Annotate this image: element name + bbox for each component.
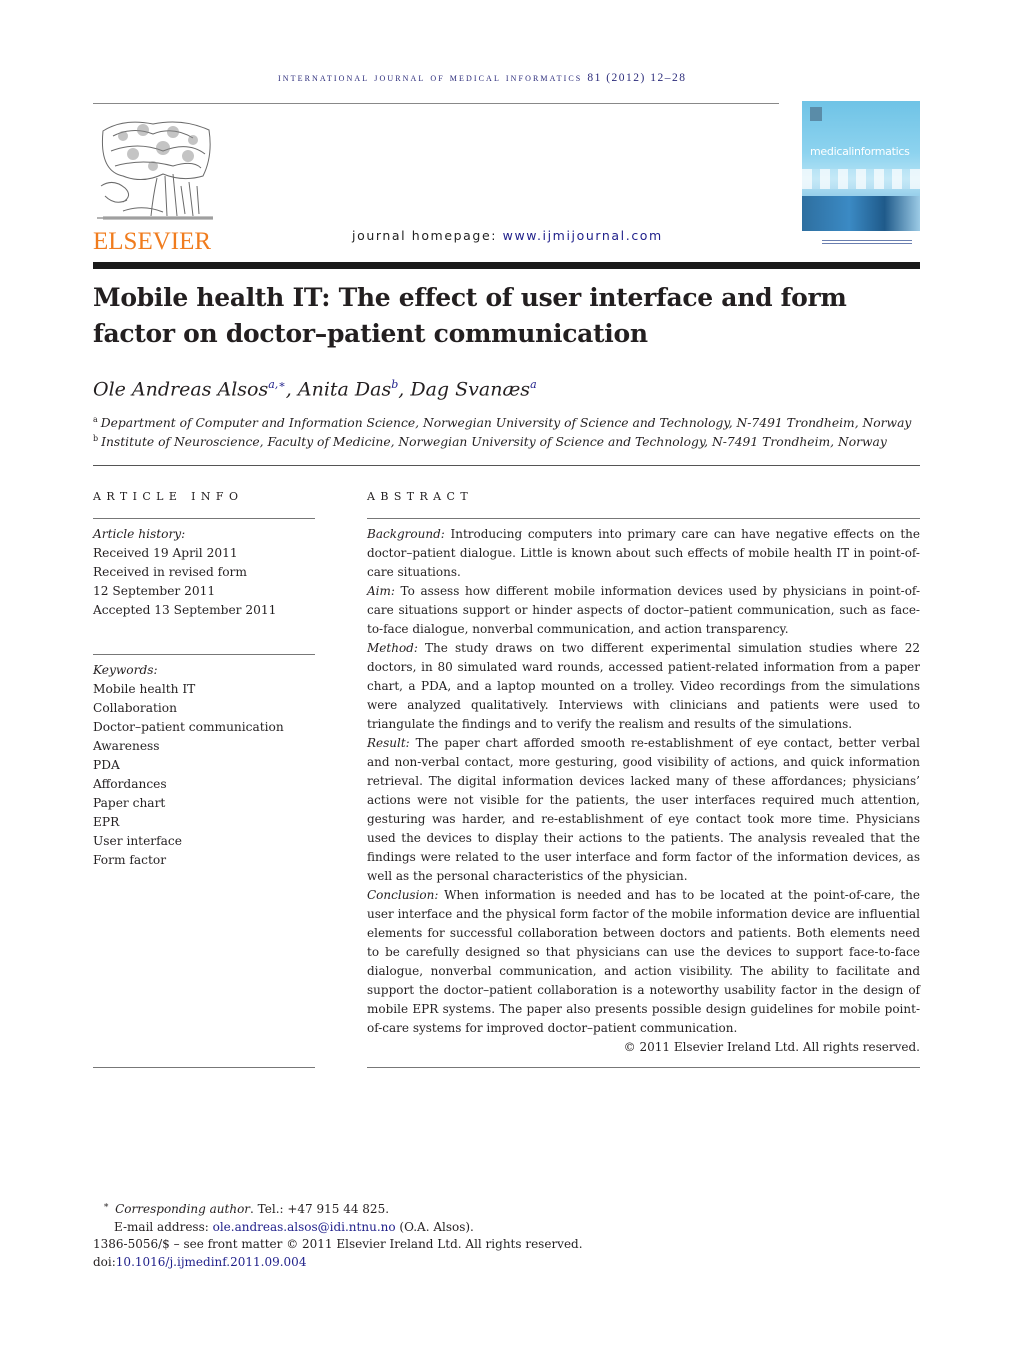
article-history-label: Article history: — [93, 527, 186, 541]
keyword: Paper chart — [93, 796, 166, 810]
keyword: Doctor–patient communication — [93, 720, 284, 734]
email-link[interactable]: ole.andreas.alsos@idi.ntnu.no — [213, 1220, 396, 1234]
journal-name: international journal of medical informa… — [278, 72, 583, 84]
elsevier-wordmark: ELSEVIER — [93, 228, 212, 255]
journal-homepage: journal homepage: www.ijmijournal.com — [352, 228, 663, 243]
keyword: Affordances — [93, 777, 167, 791]
abstract-method: Method: The study draws on two different… — [367, 641, 920, 731]
abstract-aim: Aim: To assess how different mobile info… — [367, 584, 920, 636]
affiliation-a: a Department of Computer and Information … — [93, 415, 912, 431]
abstract-copyright: © 2011 Elsevier Ireland Ltd. All rights … — [623, 1040, 920, 1054]
author-affiliation-mark[interactable]: a — [530, 378, 537, 391]
affiliations-divider — [93, 465, 920, 466]
author-name: Dag Svanæs — [410, 378, 531, 401]
keyword: User interface — [93, 834, 182, 848]
homepage-label: journal homepage: — [352, 228, 498, 243]
homepage-link[interactable]: www.ijmijournal.com — [503, 228, 663, 243]
cover-title: medicalinformatics — [810, 145, 910, 158]
history-item: Received 19 April 2011 — [93, 546, 238, 560]
email-note: E-mail address: ole.andreas.alsos@idi.nt… — [114, 1219, 474, 1234]
article-info-divider — [93, 518, 315, 519]
article-title: Mobile health IT: The effect of user int… — [93, 283, 847, 348]
running-head: international journal of medical informa… — [278, 72, 687, 84]
corresponding-author-note: ∗ Corresponding author. Tel.: +47 915 44 … — [103, 1201, 390, 1216]
keyword: Awareness — [93, 739, 160, 753]
keyword: Form factor — [93, 853, 167, 867]
history-item: Received in revised form — [93, 565, 247, 579]
title-rule — [93, 262, 920, 269]
keyword: EPR — [93, 815, 120, 829]
abstract-bottom-rule — [367, 1067, 920, 1068]
article-history: Article history: Received 19 April 2011 … — [93, 525, 276, 620]
cover-caption — [822, 240, 912, 245]
doi-line: doi:10.1016/j.ijmedinf.2011.09.004 — [93, 1254, 307, 1269]
keywords-list: Keywords: Mobile health IT Collaboration… — [93, 661, 284, 870]
author-affiliation-mark[interactable]: a,∗ — [268, 378, 286, 391]
keywords-label: Keywords: — [93, 663, 158, 677]
abstract-body: Background: Introducing computers into p… — [367, 525, 920, 1057]
abstract-result: Result: The paper chart afforded smooth … — [367, 736, 920, 883]
keyword: Mobile health IT — [93, 682, 196, 696]
citation: 81 (2012) 12–28 — [587, 72, 687, 84]
article-info-bottom-rule — [93, 1067, 315, 1068]
abstract-heading: ABSTRACT — [367, 490, 474, 503]
history-item: Accepted 13 September 2011 — [93, 603, 277, 617]
author-name: Anita Das — [297, 378, 392, 401]
keywords-divider — [93, 654, 315, 655]
header-divider — [93, 103, 779, 104]
author-affiliation-mark[interactable]: b — [391, 378, 398, 391]
keyword: PDA — [93, 758, 120, 772]
keyword: Collaboration — [93, 701, 177, 715]
issn-line: 1386-5056/$ – see front matter © 2011 El… — [93, 1237, 583, 1251]
author-list: Ole Andreas Alsosa,∗, Anita Dasb, Dag Sv… — [93, 378, 537, 401]
history-item: 12 September 2011 — [93, 584, 216, 598]
affiliation-b: b Institute of Neuroscience, Faculty of M… — [93, 434, 887, 450]
author-name: Ole Andreas Alsos — [93, 378, 269, 401]
article-info-heading: ARTICLE INFO — [93, 490, 244, 503]
cover-publisher-icon — [810, 107, 822, 121]
doi-link[interactable]: 10.1016/j.ijmedinf.2011.09.004 — [116, 1255, 307, 1269]
abstract-background: Background: Introducing computers into p… — [367, 527, 920, 579]
footnotes: ∗ Corresponding author. Tel.: +47 915 44 … — [93, 1198, 583, 1271]
journal-cover-image: medicalinformatics — [802, 101, 920, 231]
abstract-divider — [367, 518, 920, 519]
abstract-conclusion: Conclusion: When information is needed a… — [367, 888, 920, 1035]
